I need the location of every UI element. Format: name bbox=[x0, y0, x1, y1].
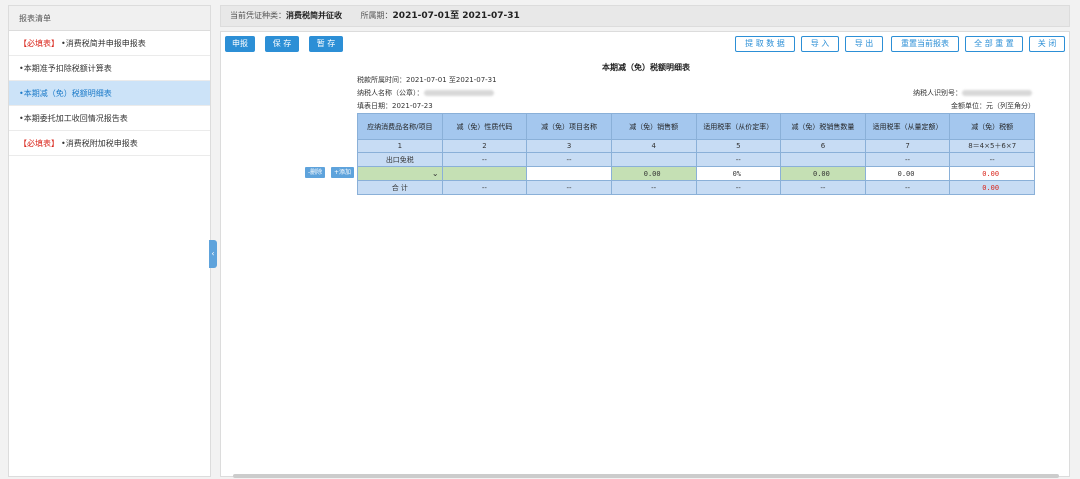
reset-current-button[interactable]: 重置当前报表 bbox=[891, 36, 959, 52]
table-cell bbox=[780, 152, 866, 167]
close-button[interactable]: 关 闭 bbox=[1029, 36, 1065, 52]
taxpayer-id-redacted bbox=[962, 90, 1032, 96]
column-header: 适用税率（从量定额） bbox=[864, 113, 951, 140]
voucher-type-value: 消费税简并征收 bbox=[286, 11, 342, 20]
reduction-code-input[interactable] bbox=[441, 166, 528, 181]
toolbar: 申报 保 存 暂 存 提 取 数 据 导 入 导 出 重置当前报表 全 部 重 … bbox=[225, 36, 1067, 52]
sidebar-item-label: •消费税简并申报申报表 bbox=[61, 39, 146, 48]
sidebar-item-label: •本期准予扣除税额计算表 bbox=[19, 64, 112, 73]
reduction-tax-amount: 0.00 bbox=[949, 166, 1035, 181]
reduction-sales-input[interactable]: 0.00 bbox=[610, 166, 697, 181]
chevron-down-icon: ⌄ bbox=[431, 169, 439, 178]
save-button[interactable]: 保 存 bbox=[265, 36, 299, 52]
table-cell: -- bbox=[864, 180, 951, 195]
sidebar-item-label: •本期减（免）税额明细表 bbox=[19, 89, 112, 98]
fill-date: 填表日期：2021-07-23 bbox=[357, 102, 433, 110]
column-index: 4 bbox=[610, 139, 697, 153]
declare-button[interactable]: 申报 bbox=[225, 36, 255, 52]
table-cell: -- bbox=[526, 152, 612, 167]
column-header: 减（免）税销售数量 bbox=[780, 113, 866, 140]
total-row: 合 计 -- -- -- -- -- -- 0.00 bbox=[357, 180, 1035, 195]
sidebar-item-tax-reduction-detail[interactable]: •本期减（免）税额明细表 bbox=[9, 81, 210, 106]
table-cell: -- bbox=[441, 152, 528, 167]
table-cell: -- bbox=[780, 180, 866, 195]
taxpayer-id-label: 纳税人识别号： bbox=[913, 89, 962, 97]
sidebar-collapse-handle[interactable]: ‹ bbox=[209, 240, 217, 268]
export-button[interactable]: 导 出 bbox=[845, 36, 883, 52]
table-cell: -- bbox=[864, 152, 951, 167]
table-cell: -- bbox=[610, 180, 697, 195]
sidebar-title: 报表清单 bbox=[9, 6, 210, 31]
column-index: 5 bbox=[695, 139, 782, 153]
amount-unit: 金额单位：元（列至角分） bbox=[951, 102, 1035, 110]
table-cell bbox=[610, 152, 697, 167]
table-cell: -- bbox=[526, 180, 612, 195]
report-panel: 申报 保 存 暂 存 提 取 数 据 导 入 导 出 重置当前报表 全 部 重 … bbox=[220, 31, 1070, 478]
column-index: 6 bbox=[780, 139, 866, 153]
temp-save-button[interactable]: 暂 存 bbox=[309, 36, 343, 52]
product-name-select[interactable]: ⌄ bbox=[357, 166, 443, 181]
horizontal-scrollbar[interactable] bbox=[233, 474, 1059, 478]
voucher-type-label: 当前凭证种类： bbox=[230, 11, 286, 20]
required-tag: 【必填表】 bbox=[19, 139, 59, 148]
column-index: 1 bbox=[357, 139, 443, 153]
add-row-button[interactable]: +添加 bbox=[331, 167, 355, 178]
reset-all-button[interactable]: 全 部 重 置 bbox=[965, 36, 1023, 52]
table-cell: -- bbox=[949, 152, 1035, 167]
table-cell: -- bbox=[695, 180, 782, 195]
sidebar-item-consumption-tax-return[interactable]: 【必填表】 •消费税简并申报申报表 bbox=[9, 31, 210, 56]
taxpayer-id: 纳税人识别号： bbox=[913, 88, 1032, 98]
column-header: 减（免）项目名称 bbox=[526, 113, 612, 140]
column-index: 7 bbox=[864, 139, 951, 153]
export-exemption-row: 出口免税 -- -- -- -- -- bbox=[357, 152, 1035, 167]
import-button[interactable]: 导 入 bbox=[801, 36, 839, 52]
fetch-data-button[interactable]: 提 取 数 据 bbox=[735, 36, 795, 52]
table-cell: 出口免税 bbox=[357, 152, 443, 167]
period-label: 所属期： bbox=[360, 11, 393, 20]
delete-row-button[interactable]: -删除 bbox=[305, 167, 326, 178]
column-header: 减（免）性质代码 bbox=[441, 113, 528, 140]
sidebar-item-label: •本期委托加工收回情况报告表 bbox=[19, 114, 128, 123]
sidebar-item-label: •消费税附加税申报表 bbox=[61, 139, 138, 148]
tax-reduction-table: 应纳消费品名称/项目 减（免）性质代码 减（免）项目名称 减（免）销售额 适用税… bbox=[357, 113, 1035, 195]
column-index: 2 bbox=[441, 139, 528, 153]
specific-rate-input[interactable]: 0.00 bbox=[864, 166, 951, 181]
table-cell: 合 计 bbox=[357, 180, 443, 195]
total-tax-amount: 0.00 bbox=[949, 180, 1035, 195]
column-index-row: 1 2 3 4 5 6 7 8＝4×5＋6×7 bbox=[357, 139, 1035, 153]
table-header-row: 应纳消费品名称/项目 减（免）性质代码 减（免）项目名称 减（免）销售额 适用税… bbox=[357, 113, 1035, 140]
table-cell: -- bbox=[441, 180, 528, 195]
table-cell: -- bbox=[695, 152, 782, 167]
column-header: 应纳消费品名称/项目 bbox=[357, 113, 443, 140]
required-tag: 【必填表】 bbox=[19, 39, 59, 48]
reduction-item-name-input[interactable] bbox=[526, 166, 612, 181]
column-header: 减（免）销售额 bbox=[610, 113, 697, 140]
taxpayer-name-label: 纳税人名称（公章）： bbox=[357, 89, 424, 97]
ad-valorem-rate-input[interactable]: 0% bbox=[695, 166, 782, 181]
voucher-info-bar: 当前凭证种类：消费税简并征收 所属期：2021-07-01至 2021-07-3… bbox=[220, 5, 1070, 27]
column-header: 减（免）税额 bbox=[949, 113, 1035, 140]
sidebar-item-processing-report[interactable]: •本期委托加工收回情况报告表 bbox=[9, 106, 210, 131]
tax-period: 税款所属时间：2021-07-01 至2021-07-31 bbox=[357, 76, 497, 84]
taxpayer-name: 纳税人名称（公章）： bbox=[357, 88, 494, 98]
report-title: 本期减（免）税额明细表 bbox=[602, 63, 690, 72]
sidebar-item-deductible-tax[interactable]: •本期准予扣除税额计算表 bbox=[9, 56, 210, 81]
reduction-quantity-input[interactable]: 0.00 bbox=[780, 166, 866, 181]
column-header: 适用税率（从价定率） bbox=[695, 113, 782, 140]
data-entry-row: ⌄ 0.00 0% 0.00 0.00 0.00 bbox=[357, 166, 1035, 181]
taxpayer-name-redacted bbox=[423, 90, 494, 96]
column-index: 3 bbox=[526, 139, 612, 153]
app-root: 报表清单 【必填表】 •消费税简并申报申报表 •本期准予扣除税额计算表 •本期减（… bbox=[0, 0, 1080, 479]
column-index: 8＝4×5＋6×7 bbox=[949, 139, 1035, 153]
period-value: 2021-07-01至 2021-07-31 bbox=[392, 11, 520, 21]
report-list-sidebar: 报表清单 【必填表】 •消费税简并申报申报表 •本期准予扣除税额计算表 •本期减（… bbox=[8, 5, 211, 477]
sidebar-item-surtax-return[interactable]: 【必填表】 •消费税附加税申报表 bbox=[9, 131, 210, 156]
